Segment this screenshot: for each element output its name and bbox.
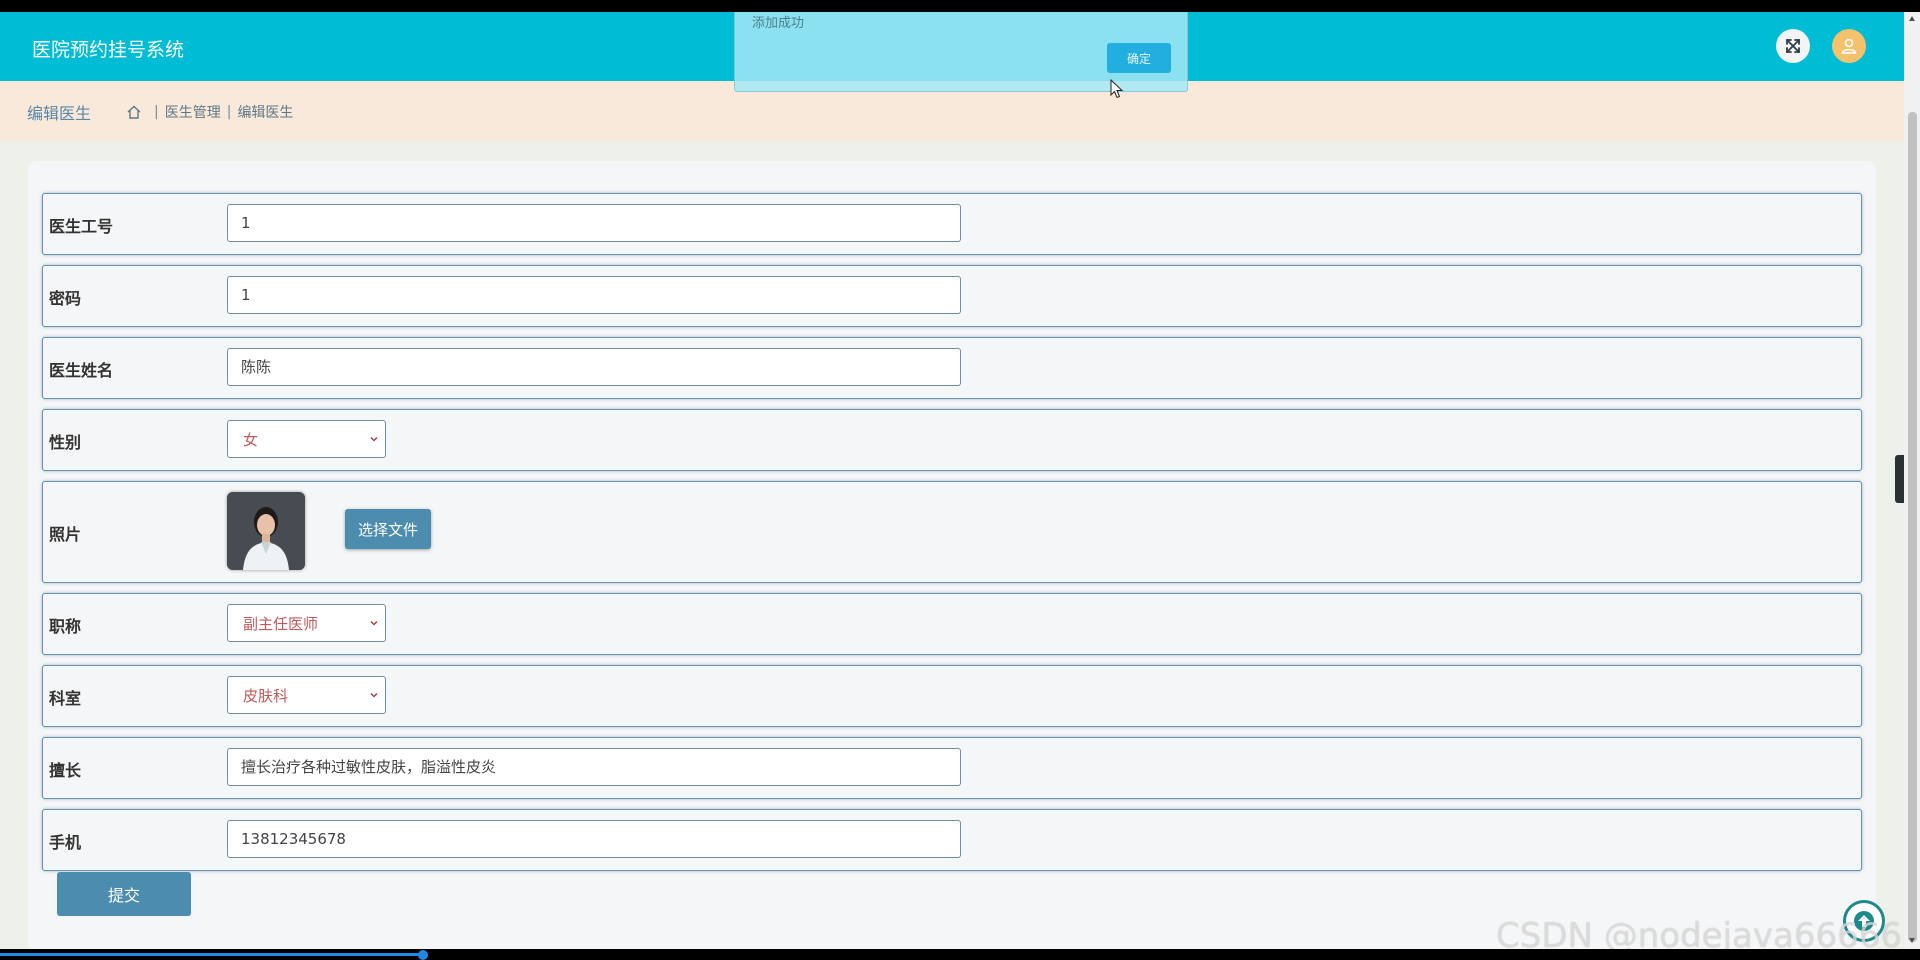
breadcrumb-separator: | <box>154 104 159 120</box>
breadcrumb-separator: | <box>226 104 232 120</box>
breadcrumb: | 医生管理 | 编辑医生 <box>126 102 293 122</box>
home-icon <box>127 105 141 119</box>
scroll-down-arrow-icon[interactable] <box>1908 936 1916 944</box>
field-label-doctor-name: 医生姓名 <box>49 361 114 380</box>
user-avatar-icon <box>1841 38 1857 54</box>
field-label-gender: 性别 <box>49 433 82 452</box>
field-label-photo: 照片 <box>49 525 82 544</box>
form-row-phone: 手机 13812345678 <box>42 809 1862 871</box>
department-select[interactable]: 皮肤科 <box>227 676 386 714</box>
edit-doctor-form: 医生工号 1 密码 1 医生姓名 陈陈 性别 女 照片 选择文件 职称 副主任医… <box>28 161 1876 949</box>
mouse-cursor-icon <box>1110 79 1124 99</box>
gender-select-value: 女 <box>243 430 259 449</box>
browser-viewport: 医院预约挂号系统 编辑医生 | 医生管理 | 编辑医生 添加成功 确定 医生工号… <box>0 12 1904 949</box>
doctor-id-input[interactable]: 1 <box>227 204 961 242</box>
doctor-name-input[interactable]: 陈陈 <box>227 348 961 386</box>
choose-file-button[interactable]: 选择文件 <box>345 509 431 549</box>
app-title: 医院预约挂号系统 <box>32 39 185 61</box>
chevron-down-icon <box>370 620 378 626</box>
title-select-value: 副主任医师 <box>243 614 319 633</box>
doctor-portrait-image <box>227 492 305 570</box>
video-progress-bar[interactable] <box>0 953 424 956</box>
form-row-specialty: 擅长 擅长治疗各种过敏性皮肤，脂溢性皮炎 <box>42 737 1862 799</box>
field-label-phone: 手机 <box>49 833 82 852</box>
department-select-value: 皮肤科 <box>243 686 289 705</box>
field-label-specialty: 擅长 <box>49 761 82 780</box>
user-menu-button[interactable] <box>1832 29 1866 63</box>
toast-confirm-button[interactable]: 确定 <box>1107 43 1171 73</box>
form-row-password: 密码 1 <box>42 265 1862 327</box>
form-row-photo: 照片 选择文件 <box>42 481 1862 583</box>
chevron-down-icon <box>370 436 378 442</box>
page-heading: 编辑医生 <box>27 104 92 123</box>
breadcrumb-item-doctor-management[interactable]: 医生管理 <box>165 102 221 122</box>
form-row-department: 科室 皮肤科 <box>42 665 1862 727</box>
video-progress-handle[interactable] <box>418 950 428 960</box>
phone-input[interactable]: 13812345678 <box>227 820 961 858</box>
field-label-title: 职称 <box>49 617 82 636</box>
specialty-input[interactable]: 擅长治疗各种过敏性皮肤，脂溢性皮炎 <box>227 748 961 786</box>
field-label-doctor-id: 医生工号 <box>49 217 114 236</box>
form-row-gender: 性别 女 <box>42 409 1862 471</box>
scroll-up-arrow-icon[interactable] <box>1908 15 1916 23</box>
home-link[interactable] <box>126 104 142 120</box>
password-input[interactable]: 1 <box>227 276 961 314</box>
scrollbar-thumb[interactable] <box>1908 112 1917 942</box>
toast-message: 添加成功 <box>752 16 805 31</box>
fullscreen-button[interactable] <box>1776 29 1810 63</box>
gender-select[interactable]: 女 <box>227 420 386 458</box>
form-row-doctor-id: 医生工号 1 <box>42 193 1862 255</box>
expand-arrows-icon <box>1786 39 1800 53</box>
watermark: CSDN @nodejava666666 <box>1496 916 1904 949</box>
field-label-department: 科室 <box>49 689 82 708</box>
submit-button[interactable]: 提交 <box>57 872 191 916</box>
chevron-down-icon <box>370 692 378 698</box>
page-scrollbar[interactable] <box>1904 12 1920 949</box>
field-label-password: 密码 <box>49 289 82 308</box>
form-row-doctor-name: 医生姓名 陈陈 <box>42 337 1862 399</box>
title-select[interactable]: 副主任医师 <box>227 604 386 642</box>
breadcrumb-item-edit-doctor: 编辑医生 <box>237 105 294 121</box>
doctor-photo-thumbnail <box>227 492 305 570</box>
form-row-title: 职称 副主任医师 <box>42 593 1862 655</box>
